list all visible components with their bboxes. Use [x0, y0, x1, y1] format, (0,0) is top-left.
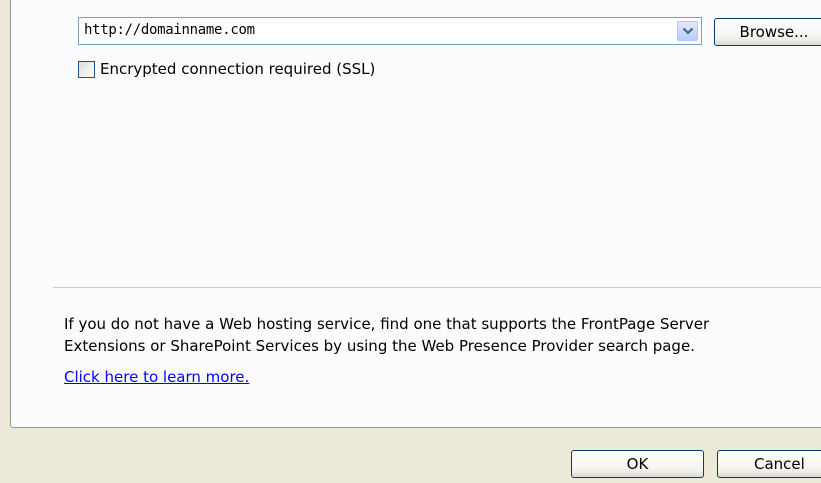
chevron-down-icon: [682, 27, 694, 35]
location-panel: http://domainname.com Browse... Encrypte…: [10, 0, 821, 428]
ssl-checkbox[interactable]: [78, 61, 95, 78]
ssl-label[interactable]: Encrypted connection required (SSL): [100, 60, 375, 78]
url-dropdown-button[interactable]: [677, 21, 698, 41]
browse-button[interactable]: Browse...: [714, 18, 821, 46]
hosting-info-line-1: If you do not have a Web hosting service…: [64, 315, 710, 333]
url-combobox[interactable]: http://domainname.com: [78, 17, 702, 45]
url-value[interactable]: http://domainname.com: [84, 22, 255, 38]
cancel-button[interactable]: Cancel: [717, 450, 821, 478]
hosting-info-text: If you do not have a Web hosting service…: [64, 313, 709, 357]
learn-more-link[interactable]: Click here to learn more.: [64, 368, 249, 386]
ok-button[interactable]: OK: [571, 450, 704, 478]
hosting-info-line-2: Extensions or SharePoint Services by usi…: [64, 337, 695, 355]
divider: [53, 287, 821, 288]
